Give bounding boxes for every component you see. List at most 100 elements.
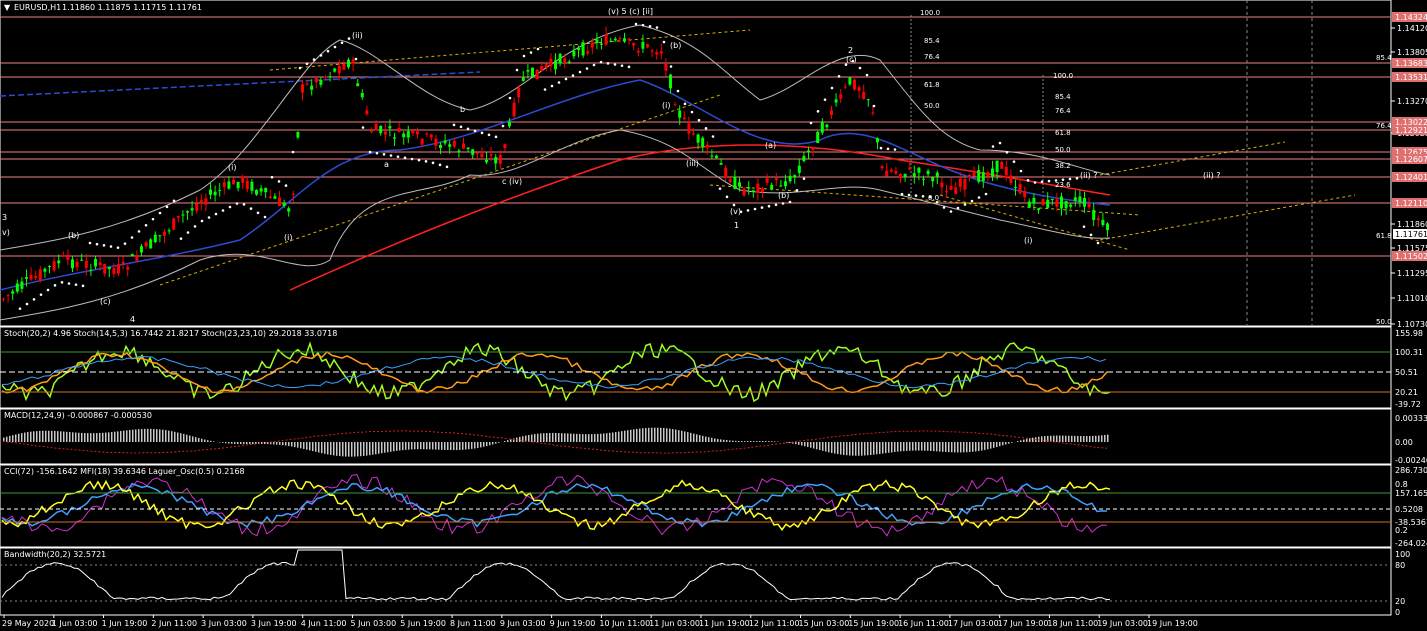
macd-bar	[933, 442, 935, 452]
level-tag-label: 1.14324	[1395, 13, 1427, 22]
bandwidth-panel[interactable]	[0, 547, 1392, 616]
macd-bar	[684, 431, 686, 442]
candle-body	[609, 40, 613, 42]
level-tag-label: 1.12401	[1395, 173, 1427, 182]
candle-body	[926, 170, 930, 175]
candle-body	[673, 104, 677, 106]
sar-dot	[907, 193, 911, 197]
sar-dot	[123, 242, 127, 245]
macd-bar	[123, 430, 125, 442]
macd-bar	[54, 430, 56, 442]
candle-body	[1018, 184, 1022, 194]
macd-bar	[729, 440, 731, 442]
sar-dot	[543, 88, 547, 91]
macd-bar	[969, 442, 971, 453]
candle-body	[130, 254, 134, 256]
macd-bar	[345, 442, 347, 457]
macd-bar	[393, 442, 395, 452]
svg-text:85.4: 85.4	[1055, 93, 1071, 101]
macd-bar	[348, 442, 350, 457]
sar-dot	[732, 203, 736, 207]
candle-body	[912, 173, 916, 177]
candle-body	[1060, 196, 1063, 209]
candle-body	[940, 182, 944, 188]
time-axis[interactable]: 29 May 20201 Jun 03:00 1 Jun 19:00 2 Jun 1…	[2, 615, 1198, 628]
sar-dot	[18, 307, 22, 310]
candle-body	[43, 268, 47, 272]
sar-dot	[494, 135, 498, 139]
time-label: 18 Jun 11:00	[1047, 619, 1098, 628]
macd-bar	[156, 429, 158, 442]
sar-dot	[802, 177, 806, 180]
candle-body	[278, 197, 281, 206]
wave-label: v)	[2, 228, 10, 237]
time-label: 3 Jun 19:00	[251, 619, 297, 628]
macd-bar	[561, 433, 563, 442]
candle-body	[319, 79, 323, 85]
candle-body	[71, 259, 74, 269]
chart-menu-glyph[interactable]: ▼	[4, 3, 11, 12]
macd-bar	[306, 442, 308, 450]
candle-body	[250, 181, 254, 191]
macd-bar	[636, 428, 638, 442]
macd-bar	[687, 432, 689, 442]
svg-text:61.8: 61.8	[1055, 129, 1071, 137]
price-tick-label: 1.13270	[1397, 97, 1427, 106]
trading-chart[interactable]: (v) 5 (c) [ii] (ii) (i) (i) (b) (c) b a …	[0, 0, 1427, 631]
candle-body	[981, 172, 985, 181]
price-axis[interactable]: 1.141201.138051.132701.129251.118601.115…	[1391, 12, 1427, 329]
candle-body	[788, 175, 792, 182]
sar-dot	[256, 211, 260, 215]
macd-bar	[564, 433, 566, 442]
candle-body	[549, 58, 553, 67]
macd-bar	[978, 442, 980, 452]
macd-bar	[192, 436, 194, 442]
macd-bar	[360, 442, 362, 457]
macd-bar	[81, 432, 83, 442]
wave-label: 2	[848, 46, 853, 55]
candle-body	[462, 143, 465, 149]
macd-bar	[477, 442, 479, 448]
macd-bar	[480, 442, 482, 448]
macd-bar	[45, 430, 47, 442]
macd-bar	[75, 432, 77, 442]
candle-body	[963, 178, 967, 190]
macd-panel[interactable]	[0, 408, 1392, 465]
sar-dot	[270, 175, 274, 179]
sar-dot	[816, 110, 820, 113]
macd-bar	[129, 429, 131, 442]
macd-bar	[1107, 434, 1109, 442]
candle-body	[204, 198, 208, 205]
sar-dot	[718, 187, 722, 190]
candle-body	[485, 159, 488, 163]
macd-bar	[39, 430, 41, 442]
macd-bar	[492, 442, 494, 445]
candle-body	[733, 176, 737, 189]
wave-label: c (iv)	[502, 177, 522, 186]
candle-body	[158, 235, 162, 237]
macd-bar	[1017, 441, 1019, 442]
candle-body	[1014, 187, 1017, 189]
macd-bar	[540, 433, 542, 442]
sar-dot	[788, 200, 792, 204]
sar-dot	[67, 282, 71, 285]
candle-body	[738, 182, 741, 187]
macd-bar	[663, 427, 665, 442]
macd-bar	[849, 442, 851, 456]
candle-body	[1046, 199, 1050, 208]
sar-dot	[60, 281, 64, 284]
macd-bar	[417, 442, 419, 450]
sar-dot	[361, 126, 365, 129]
time-label: 29 May 2020	[2, 619, 54, 628]
macd-bar	[504, 441, 506, 442]
cci-panel[interactable]	[0, 464, 1392, 548]
sar-dot	[774, 203, 778, 207]
sar-dot	[410, 157, 414, 161]
time-label: 16 Jun 11:00	[898, 619, 949, 628]
macd-bar	[732, 440, 734, 442]
sar-dot	[424, 160, 428, 163]
macd-bar	[111, 432, 113, 442]
candle-body	[236, 181, 240, 189]
candle-body	[94, 259, 97, 267]
cci-axis-label: 286.7302	[1395, 466, 1427, 475]
